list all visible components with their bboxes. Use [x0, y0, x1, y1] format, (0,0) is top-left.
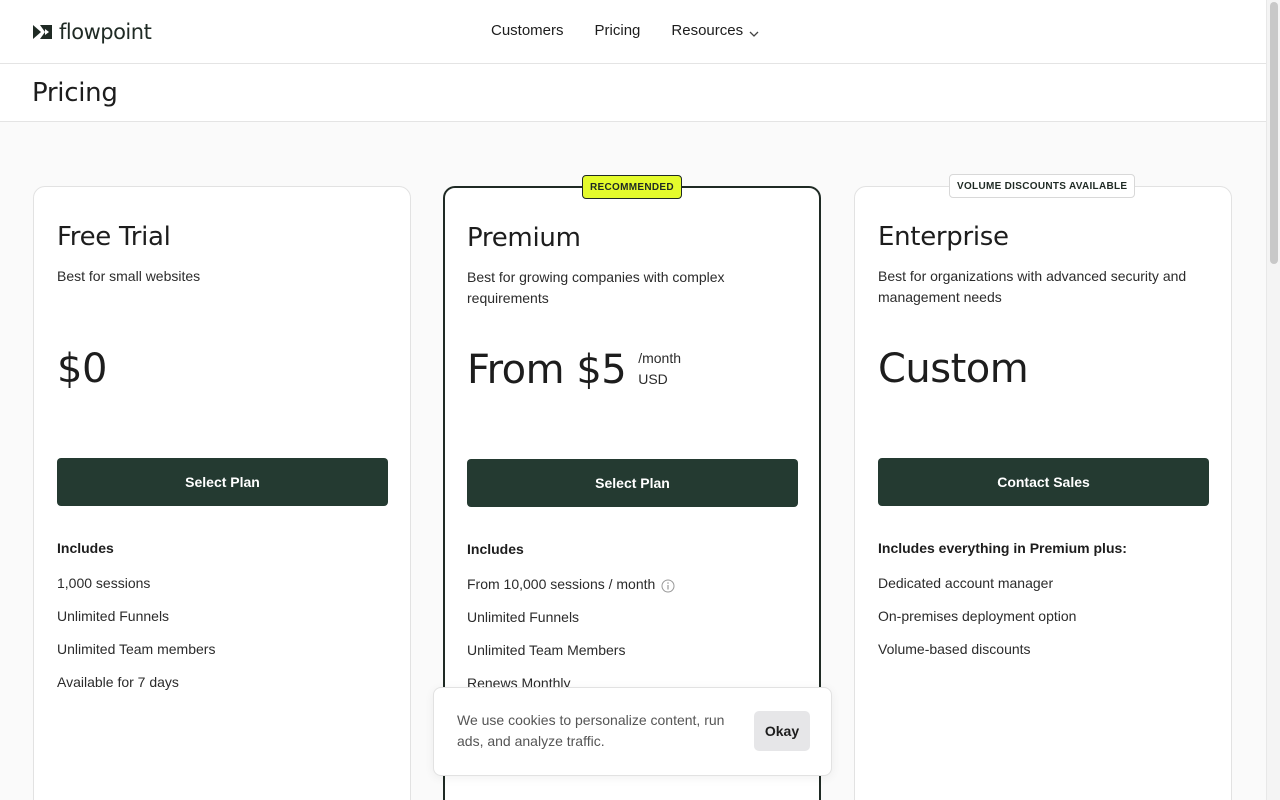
plan-description: Best for growing companies with complex … [467, 269, 725, 306]
select-plan-button[interactable]: Select Plan [467, 459, 798, 507]
feature-item: From 10,000 sessions / month [467, 574, 675, 607]
scrollbar-thumb[interactable] [1270, 2, 1278, 264]
nav-customers[interactable]: Customers [491, 22, 564, 39]
recommended-badge: RECOMMENDED [582, 175, 682, 199]
price-unit: /month USD [638, 346, 681, 390]
page-scrollbar[interactable] [1266, 0, 1280, 800]
price-currency: USD [638, 371, 668, 387]
volume-discounts-badge: VOLUME DISCOUNTS AVAILABLE [949, 174, 1136, 198]
feature-item: Volume-based discounts [878, 641, 1031, 657]
plan-price: $0 [57, 345, 107, 393]
price-amount: $0 [57, 346, 107, 392]
feature-item: Unlimited Team Members [467, 642, 626, 658]
contact-sales-button[interactable]: Contact Sales [878, 458, 1209, 506]
cookie-message: We use cookies to personalize content, r… [457, 712, 725, 749]
brand-name: flowpoint [59, 20, 152, 44]
feature-item: 1,000 sessions [57, 575, 151, 591]
nav-pricing-label: Pricing [594, 22, 641, 39]
brand-logo[interactable]: flowpoint [33, 19, 152, 45]
plan-name: Free Trial [57, 222, 171, 252]
chevron-down-icon [749, 26, 759, 37]
logo-mark-icon [33, 24, 53, 40]
info-icon[interactable] [661, 578, 675, 593]
plan-card-enterprise: VOLUME DISCOUNTS AVAILABLE Enterprise Be… [854, 174, 1232, 800]
cookie-okay-button[interactable]: Okay [754, 711, 810, 751]
plan-price: From $5 /month USD [467, 346, 681, 394]
feature-item: Unlimited Funnels [57, 608, 170, 624]
feature-item: On-premises deployment option [878, 608, 1077, 624]
plan-description: Best for small websites [57, 268, 201, 284]
nav-pricing[interactable]: Pricing [595, 22, 641, 39]
plan-description: Best for organizations with advanced sec… [878, 268, 1187, 305]
nav-customers-label: Customers [491, 22, 564, 39]
feature-item: Unlimited Team members [57, 641, 216, 657]
feature-item: Unlimited Funnels [467, 609, 580, 625]
main-nav: Customers Pricing Resources [491, 22, 759, 39]
nav-resources-label: Resources [671, 22, 744, 39]
plan-name: Premium [467, 223, 581, 253]
price-amount: From $5 [467, 347, 627, 393]
page-title: Pricing [32, 78, 118, 108]
feature-item: Dedicated account manager [878, 575, 1054, 591]
features-heading: Includes [467, 541, 524, 557]
top-navigation-bar: flowpoint Customers Pricing Resources [0, 0, 1266, 64]
price-period: /month [638, 350, 682, 366]
cookie-consent-popup: We use cookies to personalize content, r… [433, 687, 832, 776]
nav-resources[interactable]: Resources [671, 22, 759, 39]
feature-text: From 10,000 sessions / month [467, 576, 656, 592]
plan-price: Custom [878, 345, 1029, 393]
page-header: Pricing [0, 64, 1266, 122]
features-heading: Includes [57, 540, 114, 556]
feature-item: Available for 7 days [57, 674, 179, 690]
plan-name: Enterprise [878, 222, 1009, 252]
feature-list: 1,000 sessions Unlimited Funnels Unlimit… [57, 573, 215, 705]
price-amount: Custom [878, 346, 1029, 392]
plan-card-free-trial: Free Trial Best for small websites $0 Se… [33, 186, 411, 800]
select-plan-button[interactable]: Select Plan [57, 458, 388, 506]
features-heading: Includes everything in Premium plus: [878, 540, 1127, 556]
feature-list: Dedicated account manager On-premises de… [878, 573, 1076, 672]
